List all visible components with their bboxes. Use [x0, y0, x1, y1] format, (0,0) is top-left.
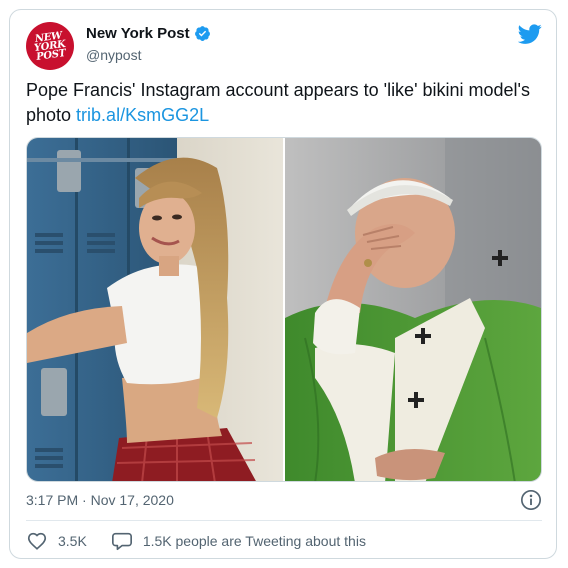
conversation-button[interactable]: 1.5K people are Tweeting about this [111, 530, 366, 552]
pope-photo-image [285, 138, 541, 481]
model-photo[interactable] [27, 138, 283, 481]
media-grid[interactable] [26, 137, 542, 482]
pope-photo[interactable] [283, 138, 541, 481]
model-photo-image [27, 138, 283, 481]
divider [26, 520, 542, 521]
avatar-logo-text: NEW YORK POST [33, 29, 67, 63]
tweet-timestamp[interactable]: 3:17 PM · Nov 17, 2020 [26, 492, 174, 508]
avatar[interactable]: NEW YORK POST [26, 22, 74, 70]
info-icon[interactable] [520, 489, 542, 511]
tweet-card[interactable]: NEW YORK POST New York Post @nypost Pope F… [9, 9, 557, 559]
reply-bubble-icon [111, 532, 132, 551]
author-name-row[interactable]: New York Post [86, 25, 211, 42]
verified-badge-icon [194, 26, 210, 41]
display-name[interactable]: New York Post [86, 25, 190, 42]
like-button[interactable]: 3.5K [26, 530, 87, 552]
user-handle[interactable]: @nypost [86, 47, 141, 63]
like-count: 3.5K [58, 533, 87, 549]
tweet-text: Pope Francis' Instagram account appears … [26, 78, 536, 128]
conversation-label: 1.5K people are Tweeting about this [142, 533, 366, 549]
tweet-link[interactable]: trib.al/KsmGG2L [76, 105, 209, 125]
heart-icon [27, 532, 47, 550]
twitter-bird-icon[interactable] [518, 22, 542, 46]
action-bar: 3.5K 1.5K people are Tweeting about this [26, 530, 366, 552]
